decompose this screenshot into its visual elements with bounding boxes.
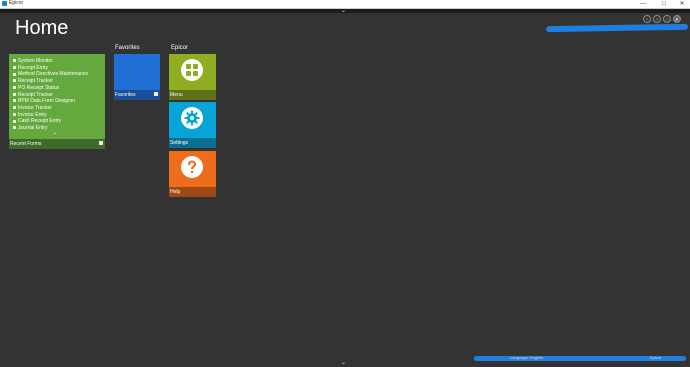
epicor-group-label: Epicor xyxy=(171,45,189,51)
expand-bottom-chevron-icon[interactable]: ⌄ xyxy=(341,360,346,366)
pin-icon[interactable] xyxy=(99,141,103,145)
back-button[interactable]: ‹ xyxy=(643,15,651,23)
form-icon xyxy=(13,65,16,69)
recent-form-item[interactable]: Cash Receipt Entry xyxy=(13,118,88,125)
tile-footer: Menu xyxy=(169,90,216,100)
page-title: Home xyxy=(15,17,69,39)
search-button[interactable]: ⌕ xyxy=(673,15,681,23)
recent-form-item[interactable]: Invoice Entry xyxy=(13,112,88,119)
favorites-group-label: Favorites xyxy=(115,45,140,51)
user-status: Epicor xyxy=(650,355,662,360)
recent-form-item[interactable]: Invoice Tracker xyxy=(13,105,88,112)
tile-footer: Favorites xyxy=(114,90,160,100)
tile-footer: Recent Forms xyxy=(9,139,105,149)
favorites-tile-label: Favorites xyxy=(115,92,136,98)
more-chevron-icon[interactable]: ⌄ xyxy=(53,130,57,136)
form-icon xyxy=(13,112,16,116)
maximize-button[interactable]: □ xyxy=(657,0,671,8)
recent-form-item[interactable]: BPM Data Form Designer xyxy=(13,98,88,105)
pin-icon[interactable] xyxy=(154,92,158,96)
form-icon xyxy=(13,126,16,130)
language-status: Language: English xyxy=(510,355,544,360)
recent-form-item[interactable]: Receipt Tracker xyxy=(13,92,88,99)
form-icon xyxy=(13,119,16,123)
close-button[interactable]: ✕ xyxy=(675,0,689,8)
tile-footer: Help xyxy=(169,187,216,197)
recent-form-item[interactable]: Receipt Entry xyxy=(13,65,88,72)
favorites-tile[interactable]: Favorites xyxy=(114,54,160,100)
grid-icon xyxy=(181,59,203,81)
recent-form-item[interactable]: System Monitor xyxy=(13,58,88,65)
recent-form-item[interactable]: Method Directives Maintenance xyxy=(13,71,88,78)
menu-tile[interactable]: Menu xyxy=(169,54,216,100)
form-icon xyxy=(13,79,16,83)
window-title: Epicor xyxy=(9,0,24,6)
recent-form-item[interactable]: Journal Entry xyxy=(13,125,88,132)
menu-tile-label: Menu xyxy=(170,92,183,98)
form-icon xyxy=(13,72,16,76)
recent-forms-label: Recent Forms xyxy=(10,141,42,147)
recent-forms-list: System Monitor Receipt Entry Method Dire… xyxy=(13,58,88,132)
form-icon xyxy=(13,85,16,89)
help-tile-label: Help xyxy=(170,189,181,195)
form-icon xyxy=(13,59,16,63)
forward-button[interactable]: › xyxy=(653,15,661,23)
expand-top-chevron-icon[interactable]: ⌄ xyxy=(341,7,346,15)
app-icon xyxy=(2,1,7,6)
settings-tile[interactable]: Settings xyxy=(169,102,216,148)
settings-tile-label: Settings xyxy=(170,140,189,146)
recent-form-item[interactable]: Receipt Tracker xyxy=(13,78,88,85)
form-icon xyxy=(13,106,16,110)
tile-footer: Settings xyxy=(169,138,216,148)
redaction-mark xyxy=(545,23,689,33)
recent-form-item[interactable]: PO Receipt Status xyxy=(13,85,88,92)
form-icon xyxy=(13,92,16,96)
minimize-button[interactable]: — xyxy=(636,0,650,8)
home-button[interactable]: ⌂ xyxy=(663,15,671,23)
recent-forms-tile[interactable]: System Monitor Receipt Entry Method Dire… xyxy=(9,54,105,149)
gear-icon xyxy=(181,107,203,129)
question-icon xyxy=(181,156,203,178)
help-tile[interactable]: Help xyxy=(169,151,216,197)
form-icon xyxy=(13,99,16,103)
